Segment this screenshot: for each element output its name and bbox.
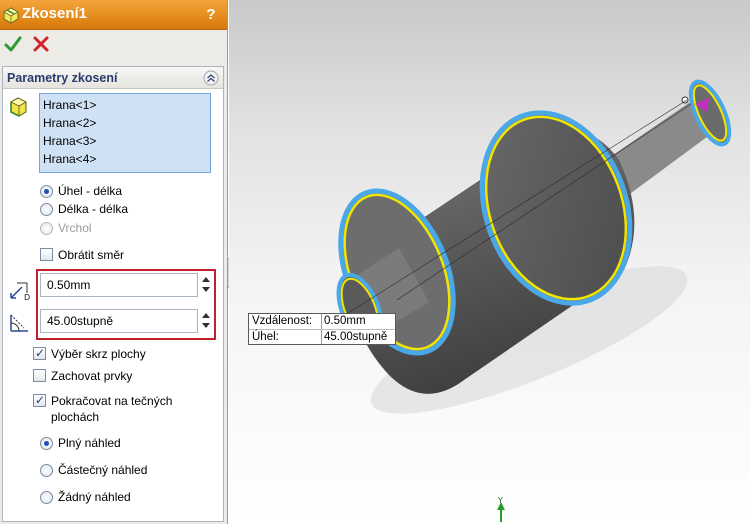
select-through-faces-checkbox[interactable]: Výběr skrz plochy <box>33 345 213 362</box>
list-item[interactable]: Hrana<1> <box>43 96 207 114</box>
radio-distance-distance[interactable]: Délka - délka <box>40 201 190 218</box>
checkbox-label: Pokračovat na tečných <box>51 394 173 408</box>
callout-value[interactable]: 45.00stupně <box>324 330 387 345</box>
ok-checkmark-icon[interactable] <box>4 35 22 53</box>
radio-indicator[interactable] <box>40 203 53 216</box>
radio-indicator[interactable] <box>40 185 53 198</box>
distance-spinner[interactable] <box>200 273 212 297</box>
angle-icon <box>10 314 28 332</box>
callout-angle-row[interactable]: Úhel: 45.00stupně <box>249 330 395 345</box>
feature-title: Zkosení1 <box>22 5 88 22</box>
shaft-model[interactable] <box>229 0 750 524</box>
property-manager: Zkosení1 ? Parametry zkosení Hrana<1> Hr… <box>0 0 228 524</box>
radio-label: Částečný náhled <box>58 463 148 477</box>
radio-indicator <box>40 222 53 235</box>
radio-indicator[interactable] <box>40 464 53 477</box>
triad-y-label: Y <box>497 496 503 505</box>
dimension-callout[interactable]: Vzdálenost: 0.50mm Úhel: 45.00stupně <box>248 313 396 345</box>
group-title: Parametry zkosení <box>7 71 118 85</box>
radio-vertex: Vrchol <box>40 220 190 237</box>
radio-label: Plný náhled <box>58 436 121 450</box>
checkbox-label: Výběr skrz plochy <box>51 347 146 361</box>
title-bar: Zkosení1 ? <box>0 0 227 30</box>
radio-label: Žádný náhled <box>58 490 131 504</box>
distance-icon: D <box>10 282 30 301</box>
checkbox-label: Zachovat prvky <box>51 369 133 383</box>
checkbox-indicator[interactable] <box>33 392 46 408</box>
radio-label: Úhel - délka <box>58 184 123 198</box>
angle-input[interactable]: 45.00stupně <box>40 309 198 333</box>
tangent-propagation-checkbox[interactable]: Pokračovat na tečných plochách <box>33 392 213 425</box>
distance-input[interactable]: 0.50mm <box>40 273 198 297</box>
angle-spinner[interactable] <box>200 309 212 333</box>
radio-partial-preview[interactable]: Částečný náhled <box>40 462 190 479</box>
radio-label: Délka - délka <box>58 202 129 216</box>
origin-marker-icon <box>681 96 689 104</box>
cancel-x-icon[interactable] <box>32 35 50 53</box>
radio-label: Vrchol <box>58 221 92 235</box>
callout-label: Vzdálenost: <box>252 315 313 327</box>
list-item[interactable]: Hrana<4> <box>43 150 207 168</box>
graphics-area[interactable]: Y <box>229 0 750 524</box>
collapse-chevron-icon[interactable] <box>203 70 219 86</box>
callout-distance-row[interactable]: Vzdálenost: 0.50mm <box>249 314 395 329</box>
flip-direction-checkbox[interactable]: Obrátit směr <box>40 247 190 263</box>
help-button[interactable]: ? <box>202 6 220 24</box>
radio-indicator[interactable] <box>40 437 53 450</box>
edges-faces-icon <box>10 97 27 117</box>
svg-text:D: D <box>24 293 30 301</box>
list-item[interactable]: Hrana<2> <box>43 114 207 132</box>
radio-full-preview[interactable]: Plný náhled <box>40 435 190 452</box>
checkbox-label-line2: plochách <box>51 410 100 424</box>
keep-features-checkbox[interactable]: Zachovat prvky <box>33 368 213 384</box>
radio-indicator[interactable] <box>40 491 53 504</box>
checkbox-label: Obrátit směr <box>58 248 125 262</box>
callout-value[interactable]: 0.50mm <box>324 314 366 329</box>
list-item[interactable]: Hrana<3> <box>43 132 207 150</box>
checkbox-indicator[interactable] <box>33 369 46 382</box>
chamfer-feature-icon <box>3 7 19 24</box>
checkbox-indicator[interactable] <box>40 248 53 261</box>
axis-triad-icon: Y <box>497 496 505 522</box>
group-header[interactable]: Parametry zkosení <box>3 67 223 89</box>
selected-edges-list[interactable]: Hrana<1> Hrana<2> Hrana<3> Hrana<4> <box>39 93 211 173</box>
callout-label: Úhel: <box>252 331 279 343</box>
radio-angle-distance[interactable]: Úhel - délka <box>40 183 190 200</box>
radio-no-preview[interactable]: Žádný náhled <box>40 489 190 506</box>
checkbox-indicator[interactable] <box>33 345 46 361</box>
